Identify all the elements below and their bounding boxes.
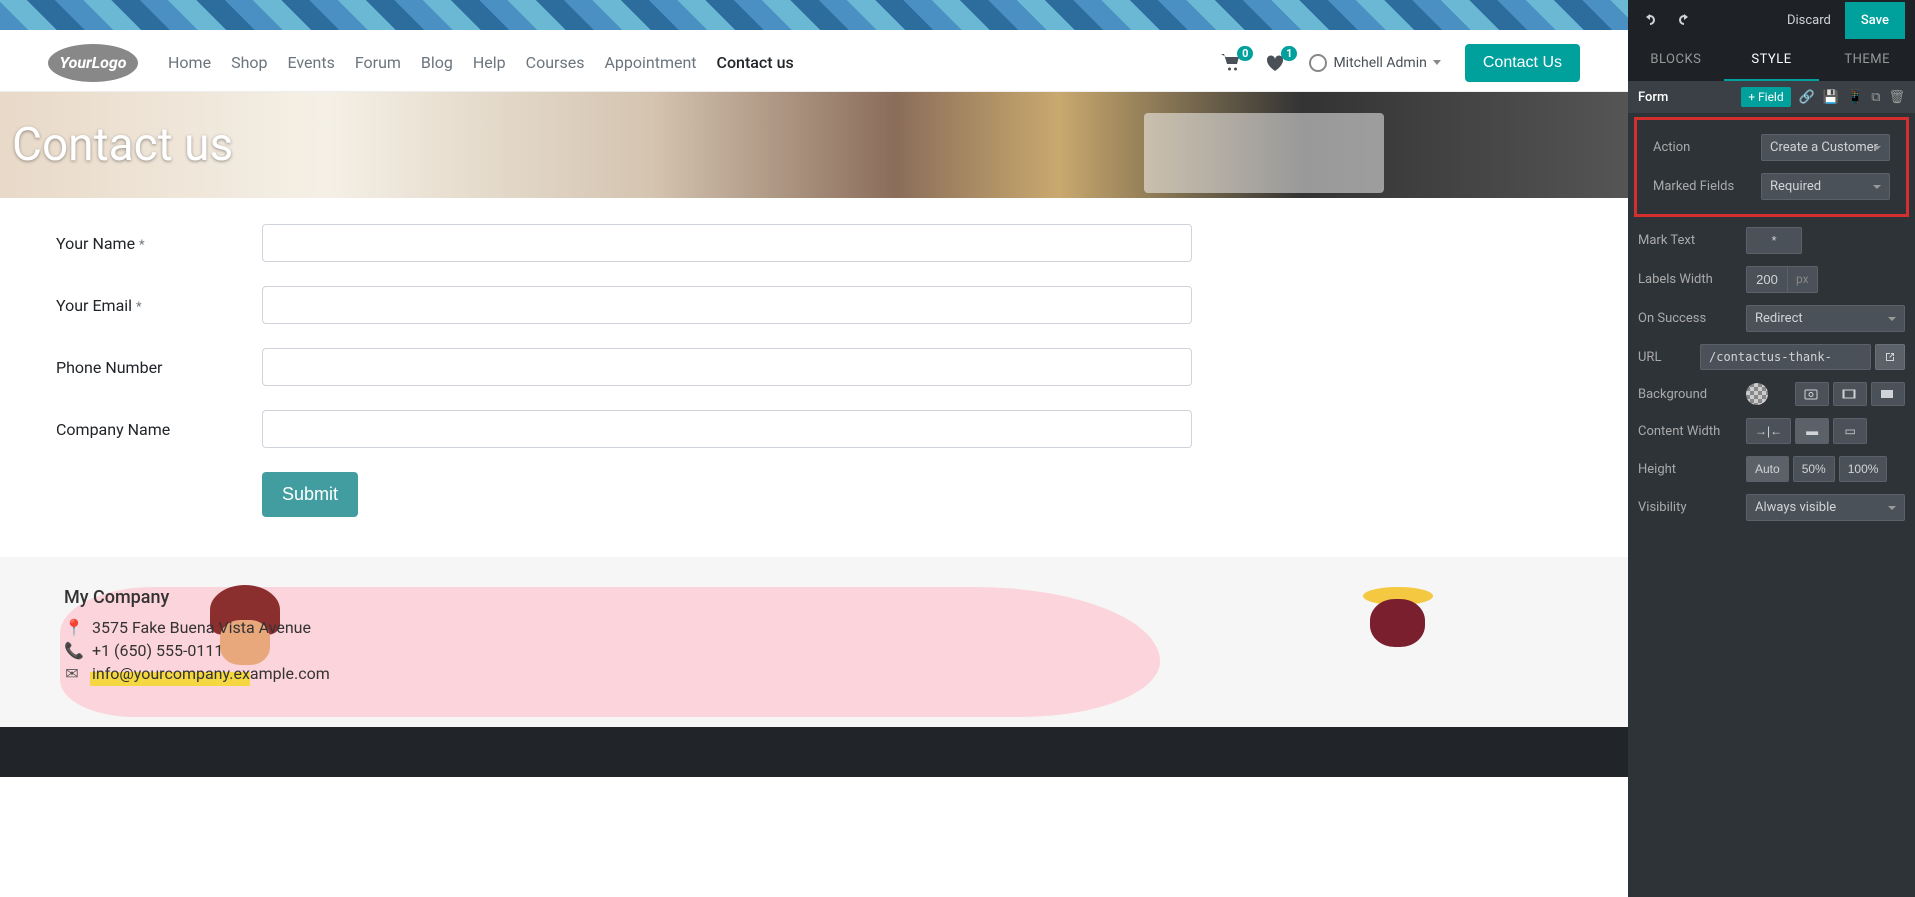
- envelope-icon: ✉: [64, 664, 80, 683]
- label-url: URL: [1638, 350, 1692, 365]
- sidebar-topbar: Discard Save: [1628, 0, 1915, 40]
- banner: Contact us: [0, 92, 1628, 198]
- editor-sidebar: Discard Save BLOCKS STYLE THEME Form + F…: [1628, 0, 1915, 897]
- nav-contact[interactable]: Contact us: [717, 45, 794, 80]
- logo[interactable]: YourLogo: [48, 44, 138, 82]
- select-action[interactable]: Create a Customer: [1761, 134, 1890, 161]
- mobile-icon[interactable]: 📱: [1847, 90, 1863, 105]
- width-normal-button[interactable]: ▬: [1795, 418, 1829, 444]
- phone-icon: 📞: [64, 641, 80, 660]
- nav-blog[interactable]: Blog: [421, 45, 453, 80]
- select-on-success[interactable]: Redirect: [1746, 305, 1905, 332]
- background-none[interactable]: [1746, 383, 1768, 405]
- form-section-header: Form + Field 🔗 💾 📱 ⧉ 🗑: [1628, 81, 1915, 113]
- user-name: Mitchell Admin: [1333, 55, 1426, 71]
- footer-company: My Company: [64, 587, 1564, 608]
- save-snippet-icon[interactable]: 💾: [1823, 90, 1839, 105]
- wishlist-button[interactable]: 1: [1265, 54, 1285, 72]
- label-your-email: Your Email *: [56, 296, 262, 315]
- redo-icon: [1676, 12, 1692, 28]
- tab-style[interactable]: STYLE: [1724, 40, 1820, 81]
- width-narrow-button[interactable]: →|←: [1746, 418, 1791, 444]
- label-company: Company Name: [56, 420, 262, 439]
- input-labels-width[interactable]: px: [1746, 266, 1818, 293]
- sidebar-tabs: BLOCKS STYLE THEME: [1628, 40, 1915, 81]
- tab-blocks[interactable]: BLOCKS: [1628, 40, 1724, 81]
- save-button[interactable]: Save: [1845, 2, 1905, 39]
- height-auto-button[interactable]: Auto: [1746, 456, 1789, 482]
- section-title: Form: [1638, 90, 1668, 105]
- select-marked-fields[interactable]: Required: [1761, 173, 1890, 200]
- contact-us-button[interactable]: Contact Us: [1465, 44, 1580, 82]
- label-marked-fields: Marked Fields: [1653, 179, 1753, 194]
- height-50-button[interactable]: 50%: [1793, 456, 1835, 482]
- redo-button[interactable]: [1672, 8, 1696, 32]
- video-icon: [1842, 388, 1856, 400]
- cart-button[interactable]: 0: [1221, 54, 1241, 72]
- submit-button[interactable]: Submit: [262, 472, 358, 517]
- nav-links: Home Shop Events Forum Blog Help Courses…: [168, 45, 794, 80]
- nav-home[interactable]: Home: [168, 45, 211, 80]
- label-action: Action: [1653, 140, 1753, 155]
- wishlist-badge: 1: [1281, 46, 1297, 61]
- height-100-button[interactable]: 100%: [1839, 456, 1888, 482]
- bg-shape-button[interactable]: [1871, 382, 1905, 406]
- highlighted-options: Action Create a Customer Marked Fields R…: [1634, 117, 1909, 217]
- navbar: YourLogo Home Shop Events Forum Blog Hel…: [0, 34, 1628, 92]
- width-full-button[interactable]: ▭: [1833, 418, 1867, 444]
- bg-video-button[interactable]: [1833, 382, 1867, 406]
- undo-button[interactable]: [1638, 8, 1662, 32]
- nav-shop[interactable]: Shop: [231, 45, 267, 80]
- footer-email: info@yourcompany.example.com: [92, 664, 330, 683]
- footer-address: 3575 Fake Buena Vista Avenue: [92, 618, 311, 637]
- footer-bottom-bar: [0, 727, 1628, 777]
- label-phone: Phone Number: [56, 358, 262, 377]
- footer-phone: +1 (650) 555-0111: [92, 641, 223, 660]
- nav-forum[interactable]: Forum: [355, 45, 401, 80]
- label-background: Background: [1638, 387, 1738, 402]
- input-phone[interactable]: [262, 348, 1192, 386]
- bg-image-button[interactable]: [1795, 382, 1829, 406]
- open-url-button[interactable]: [1875, 344, 1905, 370]
- label-content-width: Content Width: [1638, 424, 1738, 439]
- label-labels-width: Labels Width: [1638, 272, 1738, 287]
- link-icon[interactable]: 🔗: [1799, 90, 1815, 105]
- contact-form[interactable]: Your Name * Your Email * Phone Number Co…: [0, 198, 1628, 557]
- cart-badge: 0: [1237, 46, 1253, 61]
- chevron-down-icon: [1433, 60, 1441, 65]
- trash-icon[interactable]: 🗑: [1888, 90, 1905, 105]
- discard-button[interactable]: Discard: [1773, 3, 1845, 38]
- main-preview: YourLogo Home Shop Events Forum Blog Hel…: [0, 0, 1628, 897]
- nav-appointment[interactable]: Appointment: [604, 45, 696, 80]
- add-field-button[interactable]: + Field: [1741, 87, 1790, 107]
- nav-events[interactable]: Events: [287, 45, 334, 80]
- input-your-name[interactable]: [262, 224, 1192, 262]
- tab-theme[interactable]: THEME: [1819, 40, 1915, 81]
- undo-icon: [1642, 12, 1658, 28]
- hero-pattern: [0, 0, 1628, 34]
- nav-courses[interactable]: Courses: [526, 45, 585, 80]
- select-visibility[interactable]: Always visible: [1746, 494, 1905, 521]
- input-mark-text[interactable]: [1746, 227, 1802, 254]
- user-icon: [1309, 54, 1327, 72]
- footer: My Company 📍 3575 Fake Buena Vista Avenu…: [0, 557, 1628, 727]
- user-menu[interactable]: Mitchell Admin: [1309, 54, 1440, 72]
- nav-help[interactable]: Help: [473, 45, 506, 80]
- label-on-success: On Success: [1638, 311, 1738, 326]
- map-pin-icon: 📍: [64, 618, 80, 637]
- input-company[interactable]: [262, 410, 1192, 448]
- page-title: Contact us: [12, 118, 233, 172]
- shape-icon: [1880, 388, 1894, 400]
- label-visibility: Visibility: [1638, 500, 1738, 515]
- camera-icon: [1804, 388, 1818, 400]
- label-your-name: Your Name *: [56, 234, 262, 253]
- copy-icon[interactable]: ⧉: [1871, 90, 1880, 105]
- label-height: Height: [1638, 462, 1738, 477]
- label-mark-text: Mark Text: [1638, 233, 1738, 248]
- logo-text: YourLogo: [59, 53, 126, 72]
- input-url[interactable]: [1700, 344, 1871, 370]
- external-link-icon: [1884, 351, 1896, 363]
- input-your-email[interactable]: [262, 286, 1192, 324]
